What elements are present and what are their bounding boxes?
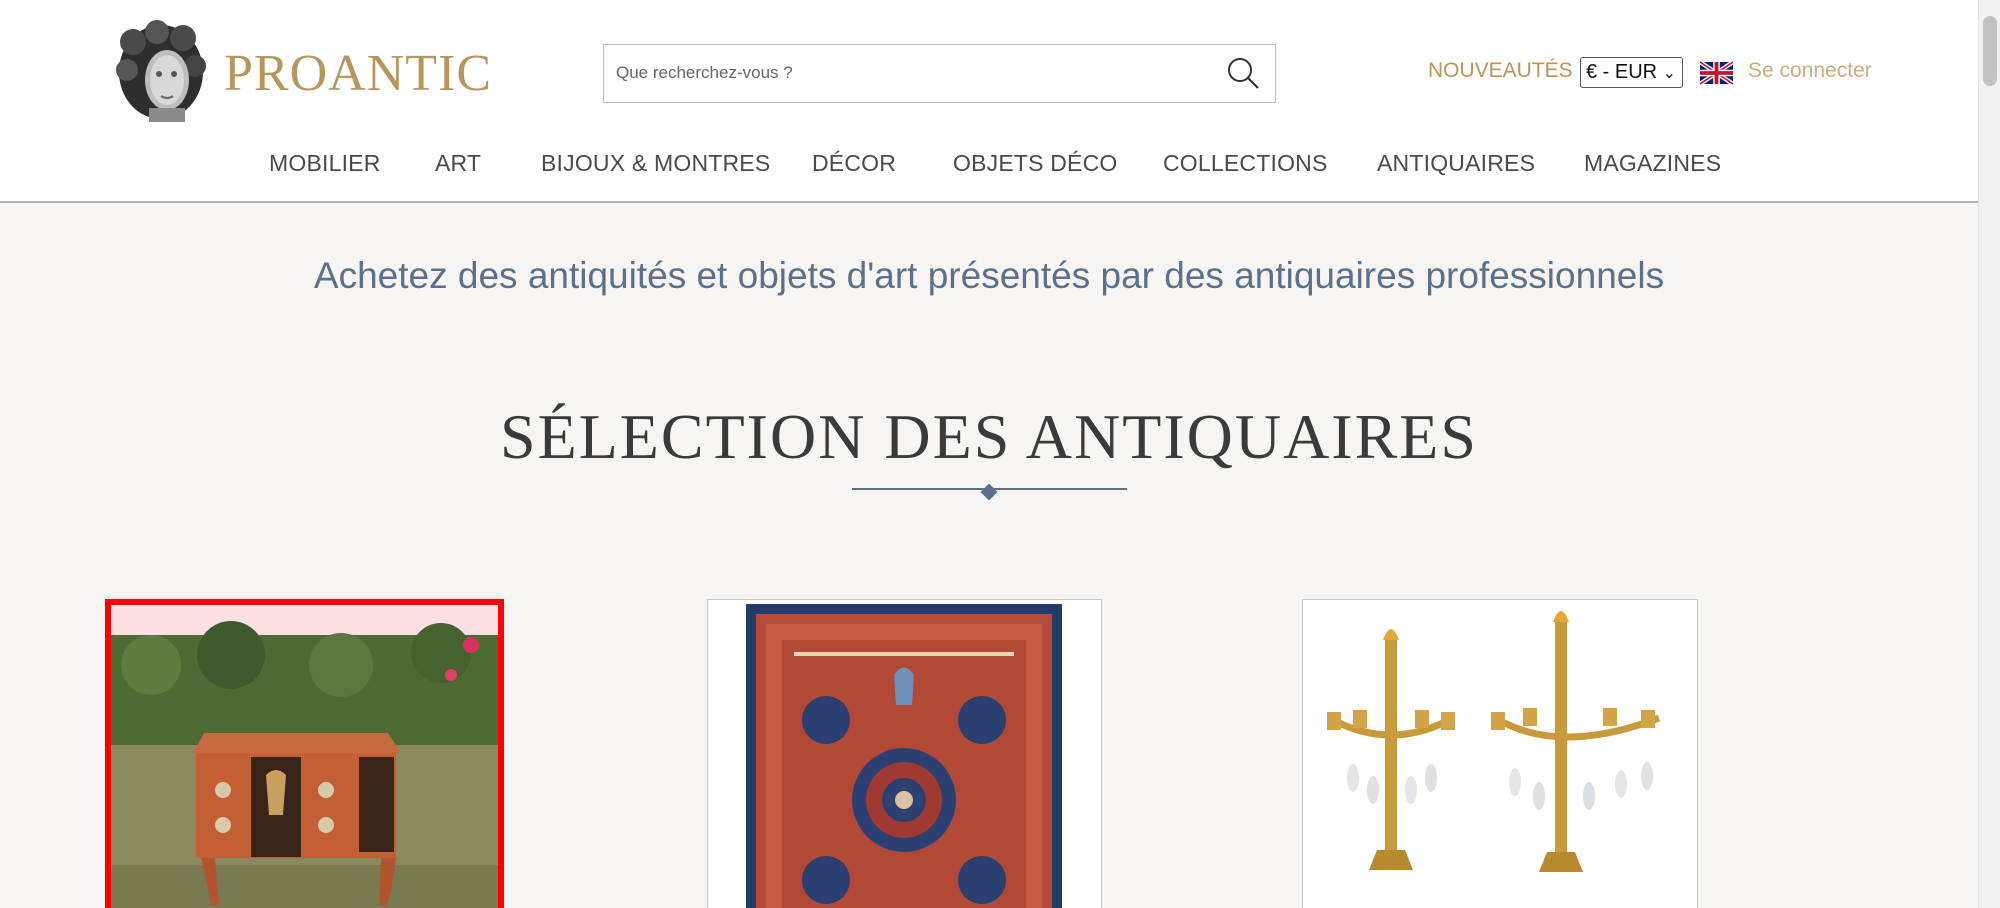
chevron-down-icon: ⌄ [1662, 65, 1676, 82]
tagline: Achetez des antiquités et objets d'art p… [313, 255, 1665, 296]
main-nav: MOBILIER ART BIJOUX & MONTRES DÉCOR OBJE… [0, 150, 1978, 180]
inlaid-commode-photo [111, 605, 498, 908]
nav-item-antiquaires[interactable]: ANTIQUAIRES [1377, 150, 1535, 177]
divider-diamond-icon [980, 483, 998, 501]
product-card-rug[interactable] [707, 599, 1102, 908]
nav-item-decor[interactable]: DÉCOR [812, 150, 896, 177]
search-icon[interactable] [1225, 55, 1261, 91]
new-arrivals-link[interactable]: NOUVEAUTÉS [1428, 59, 1573, 83]
scrollbar-thumb[interactable] [1983, 16, 1997, 86]
nav-item-art[interactable]: ART [435, 150, 481, 177]
brand-name[interactable]: PROANTIC [224, 44, 492, 103]
nav-item-mobilier[interactable]: MOBILIER [269, 150, 381, 177]
gilt-candelabra-photo [1303, 600, 1696, 908]
nav-item-magazines[interactable]: MAGAZINES [1584, 150, 1721, 177]
section-title: SÉLECTION DES ANTIQUAIRES [500, 401, 1478, 472]
logo-head-icon[interactable] [111, 20, 211, 124]
persian-rug-photo [708, 600, 1100, 908]
nav-item-objets-deco[interactable]: OBJETS DÉCO [953, 150, 1118, 177]
currency-value: € - EUR [1586, 61, 1658, 83]
product-card-candelabra[interactable] [1302, 599, 1698, 908]
search-input[interactable] [616, 45, 1196, 101]
page-scrollbar[interactable] [1978, 0, 2000, 908]
currency-select[interactable]: € - EUR ⌄ [1580, 57, 1683, 88]
search-box [603, 44, 1276, 103]
nav-item-collections[interactable]: COLLECTIONS [1163, 150, 1328, 177]
site-header: PROANTIC NOUVEAUTÉS € - EUR ⌄ Se connect… [0, 0, 1978, 203]
product-card-commode[interactable] [105, 599, 504, 908]
login-link[interactable]: Se connecter [1748, 59, 1872, 83]
nav-item-bijoux-montres[interactable]: BIJOUX & MONTRES [541, 150, 770, 177]
uk-flag-icon[interactable] [1698, 60, 1735, 86]
